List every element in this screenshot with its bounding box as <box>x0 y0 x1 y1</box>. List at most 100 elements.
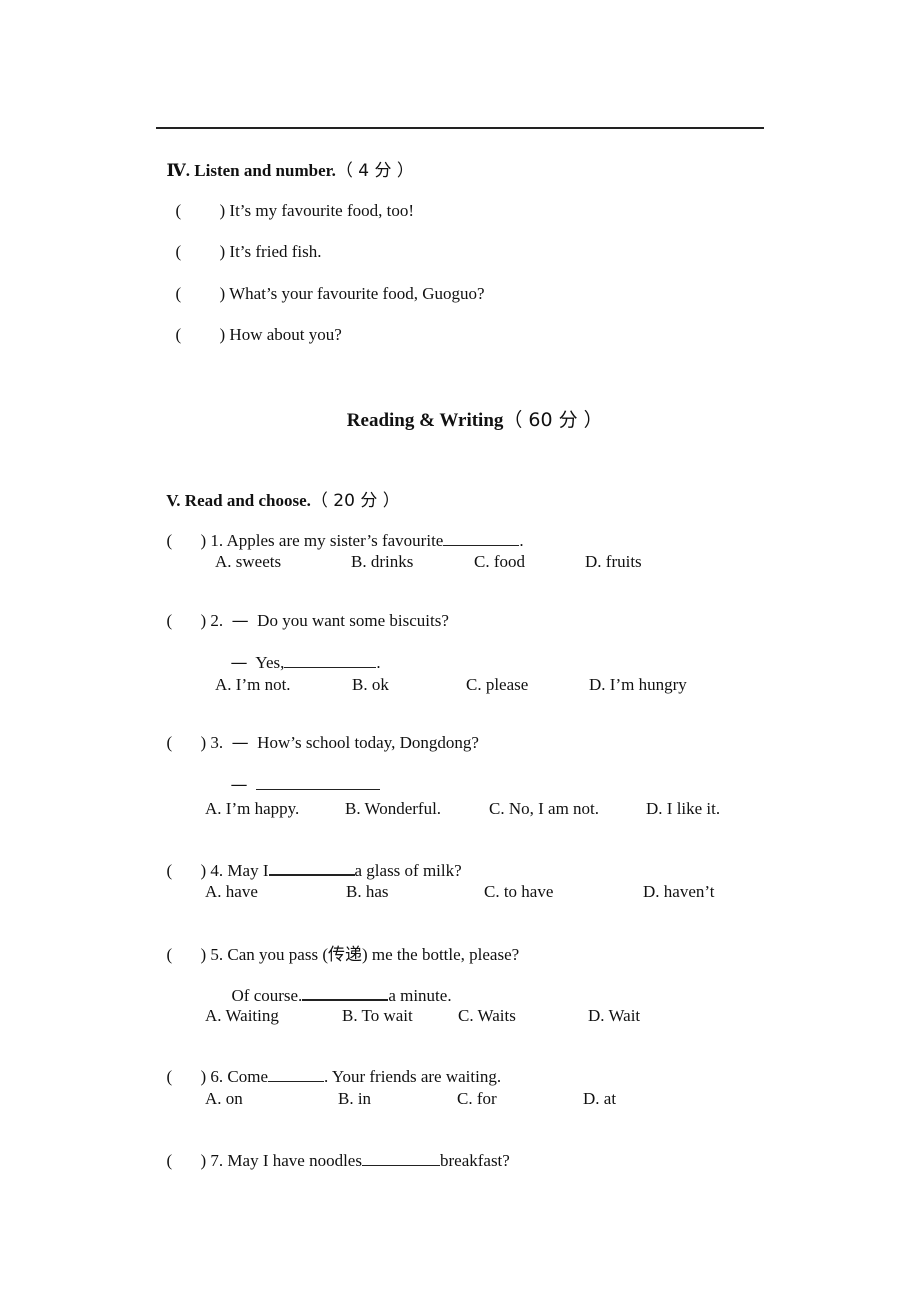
option[interactable]: D. I like it. <box>646 799 720 819</box>
answer-paren-open[interactable]: ( <box>176 284 220 304</box>
answer-paren[interactable]: ( <box>167 531 201 551</box>
answer-paren[interactable]: ( <box>167 611 201 631</box>
option[interactable]: C. please <box>466 675 528 695</box>
answer-blank[interactable] <box>268 860 355 876</box>
option[interactable]: D. Wait <box>588 1006 640 1026</box>
question-text-end: . <box>519 531 524 550</box>
listen-item: () It’s my favourite food, too! <box>167 181 415 221</box>
answer-blank[interactable] <box>302 985 389 1001</box>
section-5-title: V. Read and choose. <box>166 491 311 510</box>
option[interactable]: A. sweets <box>215 552 281 572</box>
question-number: 2. <box>210 611 224 630</box>
question-number: 7. <box>210 1151 224 1170</box>
section-5-heading: V. Read and choose.（ 20 分 ） <box>158 466 400 511</box>
question-number: 6. <box>210 1067 224 1086</box>
question-number: 1. <box>210 531 224 550</box>
question-2: () 2. — Do you want some biscuits? <box>166 611 449 631</box>
answer-blank[interactable] <box>256 775 380 790</box>
reply-text-end: . <box>376 653 381 672</box>
option[interactable]: B. drinks <box>351 552 413 572</box>
option[interactable]: A. Waiting <box>205 1006 279 1026</box>
part-title-score: （ 60 分 ） <box>503 409 603 431</box>
answer-paren-close: ) <box>219 201 226 220</box>
section-4-score: （ 4 分 ） <box>335 161 414 181</box>
option[interactable]: A. I’m not. <box>215 675 291 695</box>
question-3-reply: — <box>222 755 380 795</box>
option[interactable]: C. to have <box>484 882 553 902</box>
answer-paren[interactable]: ( <box>167 733 201 753</box>
section-5-score: （ 20 分 ） <box>310 491 400 511</box>
answer-paren[interactable]: ( <box>167 1067 201 1087</box>
option[interactable]: C. No, I am not. <box>489 799 599 819</box>
option[interactable]: D. I’m hungry <box>589 675 687 695</box>
part-title: Reading & Writing（ 60 分 ） <box>0 383 920 432</box>
reply-text: Of course. <box>231 986 303 1005</box>
question-number: 5. <box>210 945 224 964</box>
listen-item-text: How about you? <box>229 325 342 344</box>
answer-paren-open[interactable]: ( <box>176 325 220 345</box>
answer-paren-close: ) <box>219 242 226 261</box>
header-rule <box>156 127 764 129</box>
answer-blank[interactable] <box>268 1067 325 1082</box>
option[interactable]: A. I’m happy. <box>205 799 299 819</box>
question-text: May I <box>227 861 269 880</box>
question-4: () 4. May Ia glass of milk? <box>166 860 462 881</box>
answer-paren-close: ) <box>219 284 226 303</box>
listen-item-text: It’s my favourite food, too! <box>229 201 415 220</box>
dialog-dash: — <box>231 733 249 753</box>
option[interactable]: C. Waits <box>458 1006 516 1026</box>
question-number: 3. <box>210 733 224 752</box>
answer-paren[interactable]: ( <box>167 945 201 965</box>
dialog-dash: — <box>230 775 248 795</box>
question-3: () 3. — How’s school today, Dongdong? <box>166 733 479 753</box>
answer-blank[interactable] <box>443 531 520 546</box>
part-title-text: Reading & Writing <box>346 410 504 431</box>
question-text-end: breakfast? <box>439 1151 510 1170</box>
reply-text-end: a minute. <box>388 986 452 1005</box>
question-text: Come <box>227 1067 269 1086</box>
answer-paren[interactable]: ( <box>167 861 201 881</box>
option[interactable]: B. in <box>338 1089 371 1109</box>
answer-blank[interactable] <box>361 1151 440 1166</box>
listen-item: () What’s your favourite food, Guoguo? <box>167 264 485 304</box>
question-7: () 7. May I have noodles breakfast? <box>166 1151 510 1171</box>
question-text: May I have noodles <box>227 1151 362 1170</box>
question-text: Can you pass (传递) me the bottle, please? <box>227 945 520 964</box>
reply-text: Yes, <box>255 653 285 672</box>
answer-paren-close: ) <box>219 325 226 344</box>
listen-item-text: What’s your favourite food, Guoguo? <box>229 284 485 303</box>
listen-item: () It’s fried fish. <box>167 222 322 262</box>
option[interactable]: D. at <box>583 1089 616 1109</box>
question-text: Apples are my sister’s favourite <box>226 531 444 550</box>
answer-paren-open[interactable]: ( <box>176 242 220 262</box>
option[interactable]: A. have <box>205 882 258 902</box>
question-2-reply: — Yes,. <box>222 633 381 673</box>
answer-blank[interactable] <box>284 653 377 668</box>
dialog-dash: — <box>231 611 249 631</box>
section-4-heading: Ⅳ. Listen and number.（ 4 分 ） <box>158 136 414 181</box>
answer-paren-open[interactable]: ( <box>176 201 220 221</box>
option[interactable]: B. has <box>346 882 389 902</box>
option[interactable]: C. for <box>457 1089 497 1109</box>
option[interactable]: D. haven’t <box>643 882 714 902</box>
question-text: How’s school today, Dongdong? <box>257 733 479 752</box>
option[interactable]: C. food <box>474 552 525 572</box>
listen-item: () How about you? <box>167 305 342 345</box>
answer-paren[interactable]: ( <box>167 1151 201 1171</box>
question-number: 4. <box>210 861 224 880</box>
section-4-title: Ⅳ. Listen and number. <box>166 161 336 180</box>
question-5: () 5. Can you pass (传递) me the bottle, p… <box>166 945 520 965</box>
listen-item-text: It’s fried fish. <box>229 242 322 261</box>
question-text: Do you want some biscuits? <box>257 611 449 630</box>
dialog-dash: — <box>230 653 248 673</box>
option[interactable]: B. Wonderful. <box>345 799 441 819</box>
question-5-reply: Of course. a minute. <box>223 965 452 1006</box>
option[interactable]: B. ok <box>352 675 389 695</box>
question-1: () 1. Apples are my sister’s favourite. <box>166 531 524 551</box>
question-text-end: a glass of milk? <box>354 861 462 880</box>
option[interactable]: D. fruits <box>585 552 642 572</box>
option[interactable]: B. To wait <box>342 1006 413 1026</box>
option[interactable]: A. on <box>205 1089 243 1109</box>
question-text-end: . Your friends are waiting. <box>324 1067 502 1086</box>
question-6: () 6. Come. Your friends are waiting. <box>166 1067 502 1087</box>
